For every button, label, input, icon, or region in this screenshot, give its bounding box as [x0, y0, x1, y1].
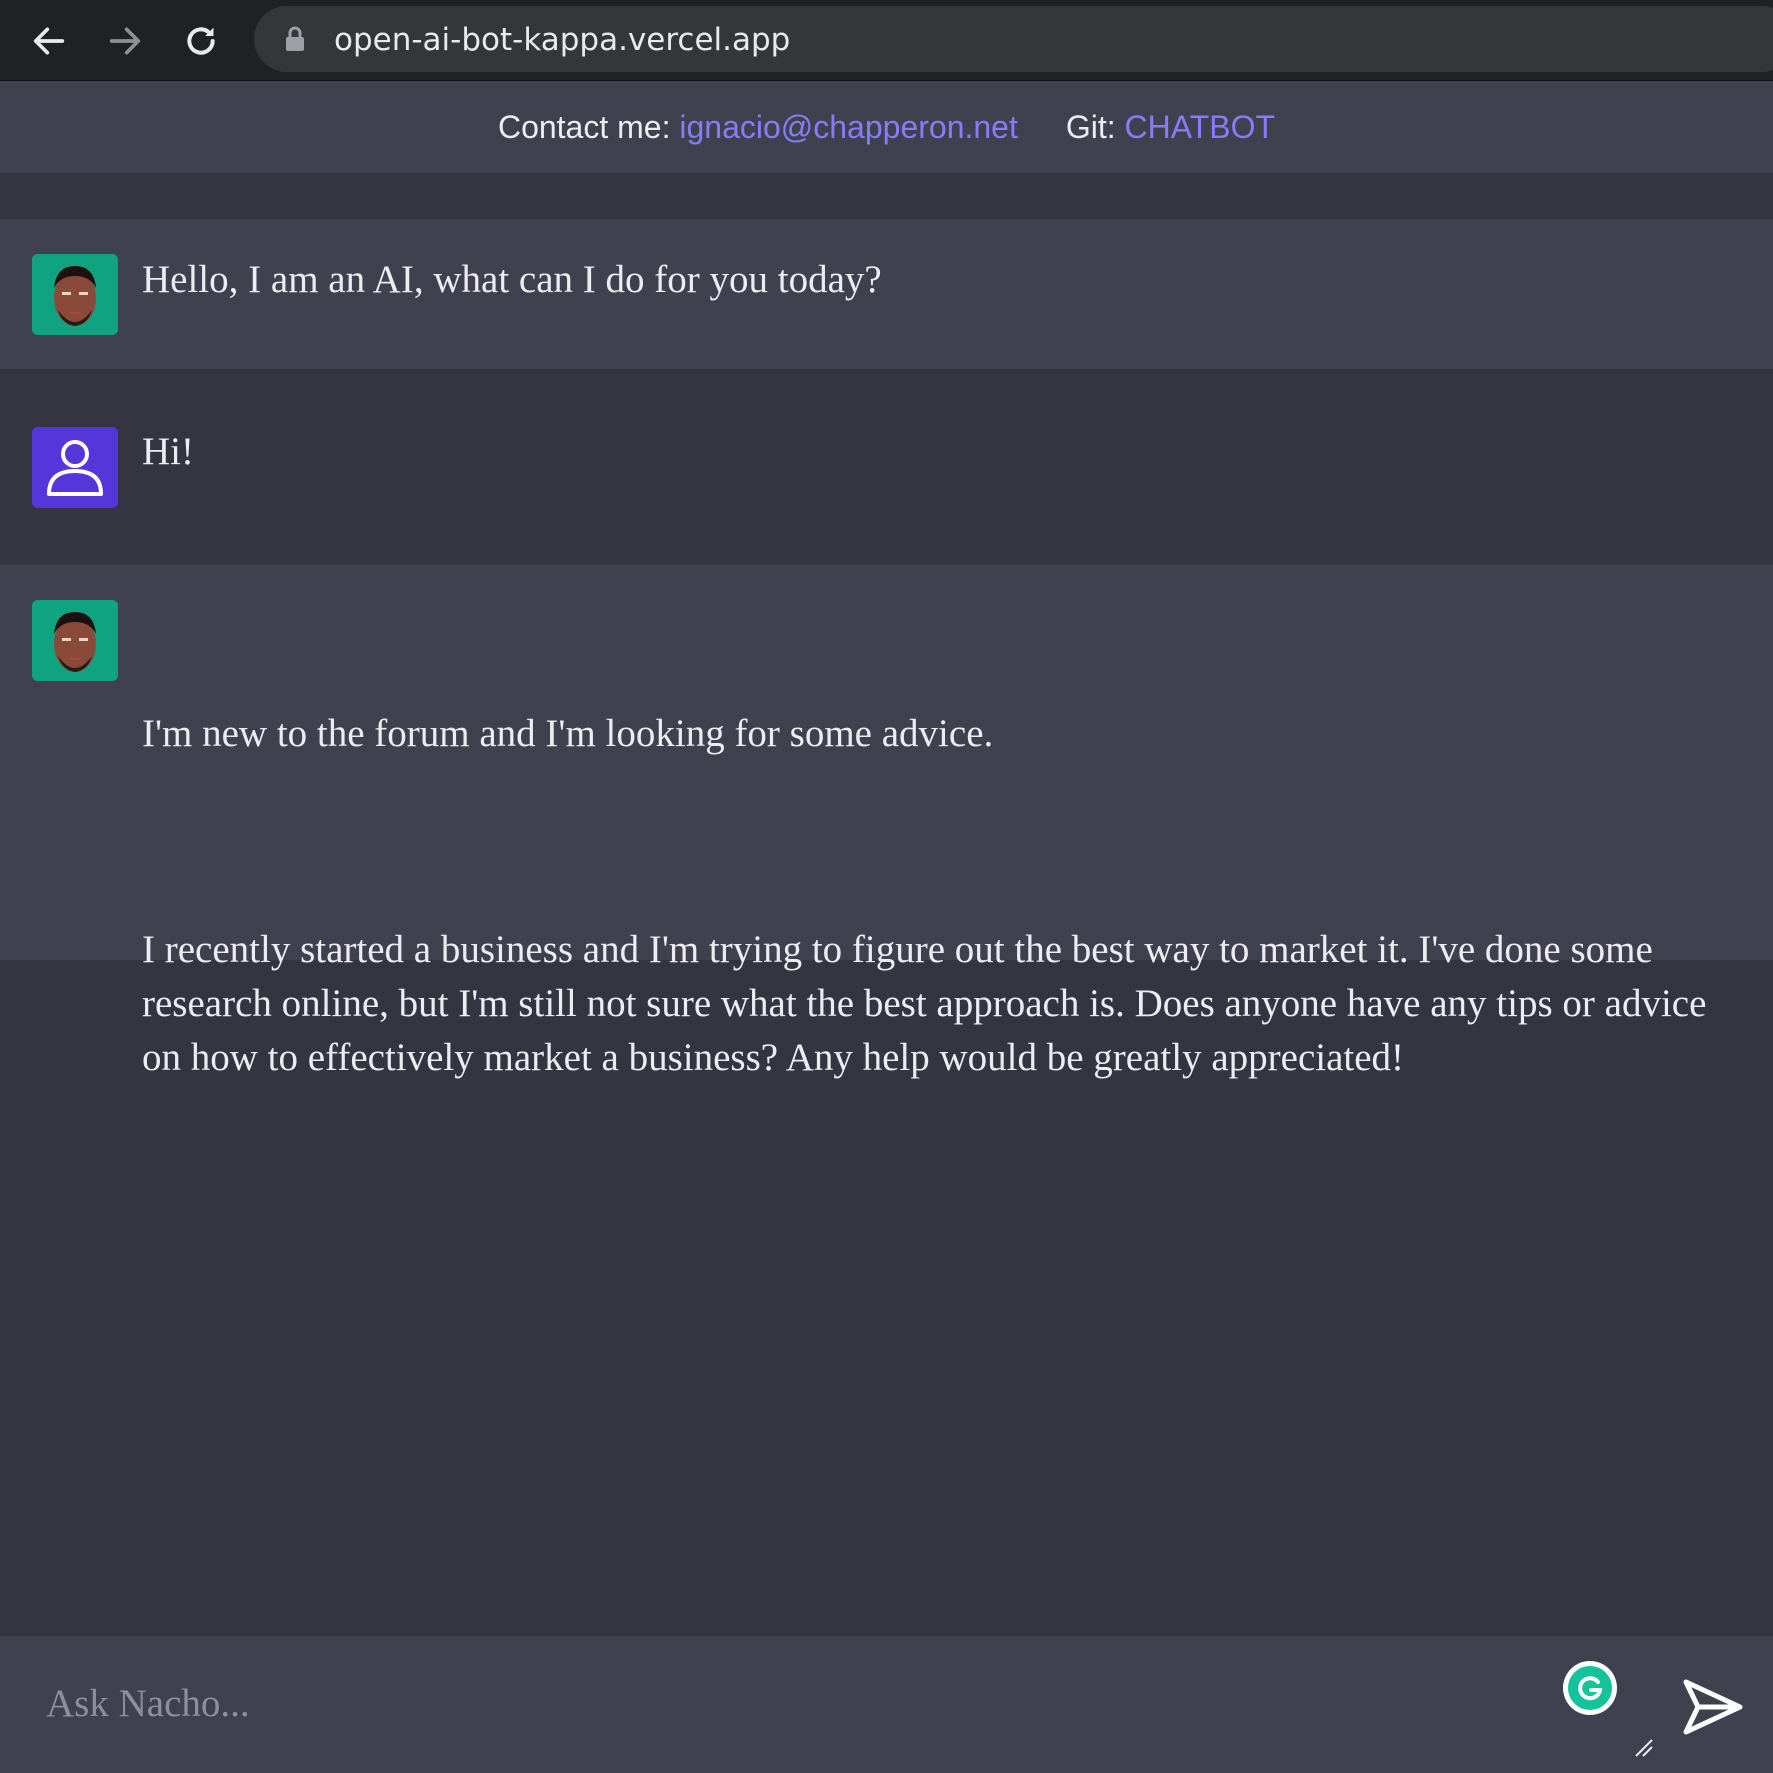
chat-message-ai: I'm new to the forum and I'm looking for…: [0, 565, 1773, 1079]
git-label: Git:: [1065, 108, 1116, 145]
message-paragraph: I'm new to the forum and I'm looking for…: [142, 712, 994, 755]
send-icon: [1683, 1679, 1743, 1735]
contact-email-link[interactable]: ignacio@chapperon.net: [679, 109, 1018, 145]
bot-face-icon: [32, 600, 118, 681]
resize-handle-icon[interactable]: [1632, 1736, 1654, 1758]
forward-button[interactable]: [100, 16, 150, 66]
bot-avatar: [32, 600, 118, 681]
arrow-left-icon: [33, 27, 65, 55]
send-button[interactable]: [1680, 1676, 1746, 1738]
contact-group: Contact me: ignacio@chapperon.net: [498, 109, 1018, 146]
reload-button[interactable]: [176, 16, 226, 66]
chat-message-user: Hi!: [0, 369, 1773, 565]
reload-icon: [187, 27, 215, 55]
message-text: Hello, I am an AI, what can I do for you…: [142, 258, 882, 301]
url-text[interactable]: open-ai-bot-kappa.vercel.app: [334, 22, 790, 58]
bot-face-icon: [32, 254, 118, 335]
prompt-form: [0, 1636, 1773, 1773]
prompt-input[interactable]: [44, 1672, 1494, 1734]
back-button[interactable]: [24, 16, 74, 66]
git-group: Git: CHATBOT: [1066, 109, 1275, 146]
chat-message-ai: Hello, I am an AI, what can I do for you…: [0, 219, 1773, 369]
message-text: Hi!: [142, 430, 194, 473]
browser-toolbar: open-ai-bot-kappa.vercel.app: [0, 0, 1773, 81]
bot-avatar: [32, 254, 118, 335]
user-avatar: [32, 427, 118, 508]
arrow-right-icon: [109, 27, 141, 55]
message-text: I'm new to the forum and I'm looking for…: [142, 599, 1733, 1193]
contact-label: Contact me:: [497, 108, 671, 145]
address-bar[interactable]: open-ai-bot-kappa.vercel.app: [254, 6, 1773, 72]
user-icon: [32, 427, 118, 508]
message-paragraph: I recently started a business and I'm tr…: [142, 928, 1717, 1079]
grammarly-icon[interactable]: [1562, 1660, 1618, 1716]
lock-icon: [286, 26, 304, 51]
contact-header: Contact me: ignacio@chapperon.net Git: C…: [0, 81, 1773, 173]
git-link[interactable]: CHATBOT: [1125, 109, 1276, 145]
